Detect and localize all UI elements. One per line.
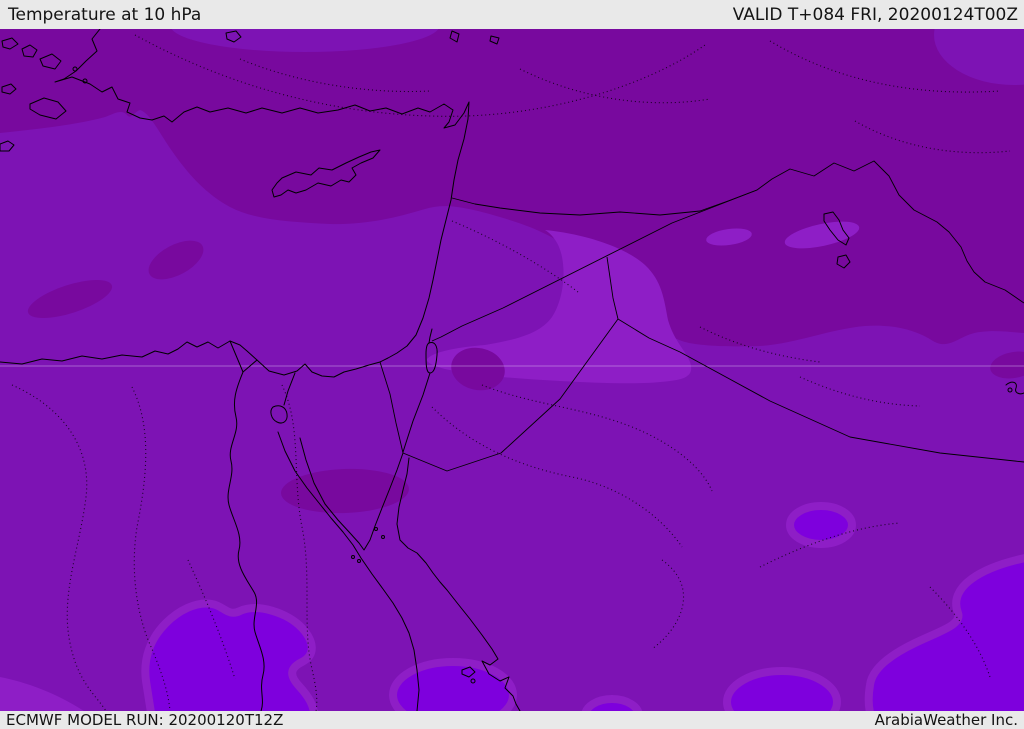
temperature-contour-map [0,29,1024,711]
model-run-label: ECMWF MODEL RUN: 20200120T12Z [6,711,284,729]
fill-warmest-blob-south [723,667,841,711]
fill-warmest-blob-redsea [389,658,517,711]
map-title: Temperature at 10 hPa [8,5,202,25]
brand-label: ArabiaWeather Inc. [874,711,1018,729]
weather-map-product: Temperature at 10 hPa VALID T+084 FRI, 2… [0,0,1024,729]
fill-warmest-blob-small [581,695,643,711]
fill-warmest-ellipse-east [786,502,856,548]
fill-warmest-blob-southwest [141,599,318,711]
top-title-bar: Temperature at 10 hPa VALID T+084 FRI, 2… [0,0,1024,29]
valid-time-label: VALID T+084 FRI, 20200124T00Z [732,5,1018,25]
contour-fills [0,29,1024,711]
bottom-info-bar: ECMWF MODEL RUN: 20200120T12Z ArabiaWeat… [0,711,1024,729]
map-canvas [0,29,1024,711]
